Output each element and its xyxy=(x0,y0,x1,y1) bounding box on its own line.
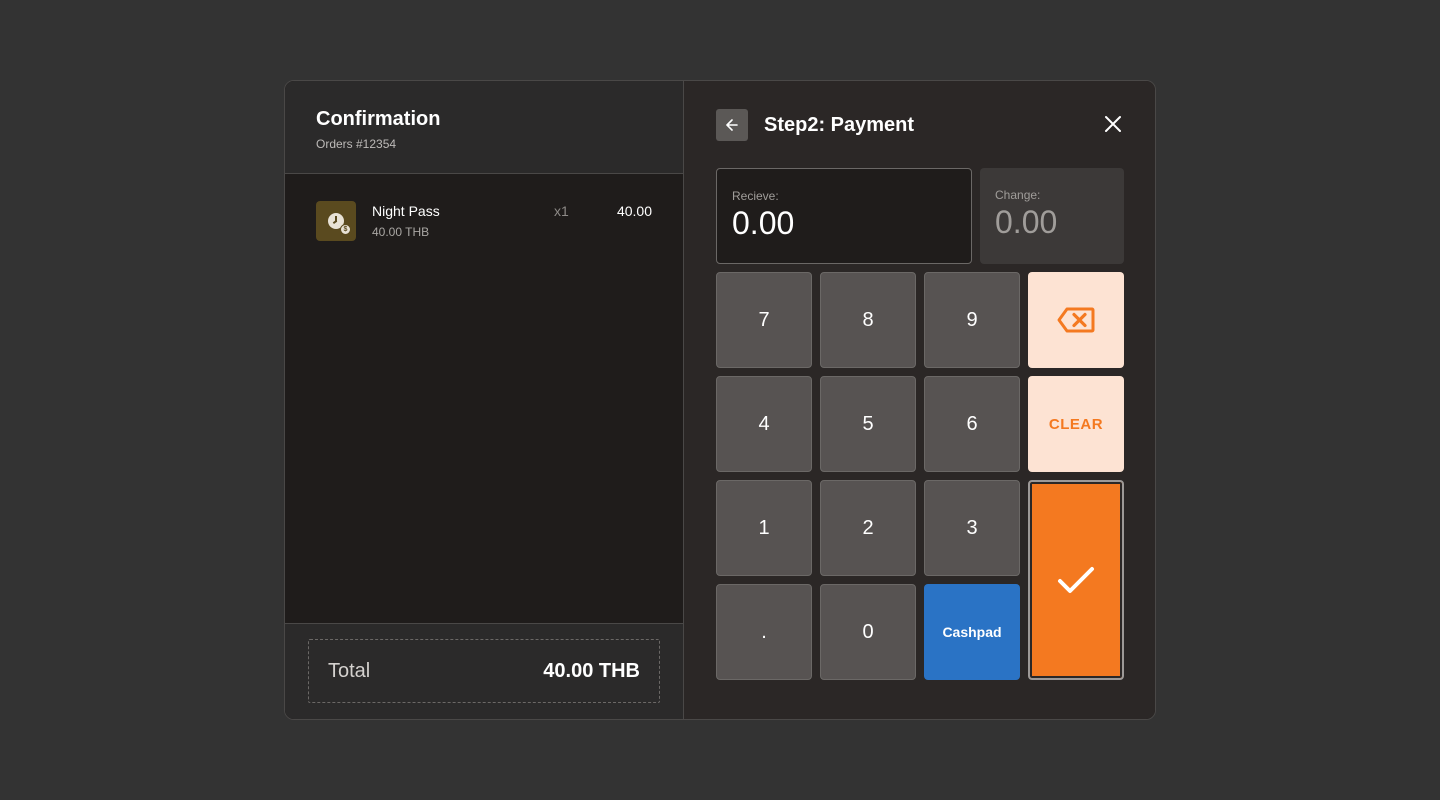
item-name: Night Pass xyxy=(372,203,440,219)
key-6[interactable]: 6 xyxy=(924,376,1020,472)
backspace-button[interactable] xyxy=(1028,272,1124,368)
change-label: Change: xyxy=(995,188,1041,202)
back-button[interactable] xyxy=(716,109,748,141)
total-footer: Total 40.00 THB xyxy=(285,623,683,719)
total-box: Total 40.00 THB xyxy=(308,639,660,703)
key-3[interactable]: 3 xyxy=(924,480,1020,576)
confirmation-title: Confirmation xyxy=(316,108,441,130)
payment-modal: Confirmation Orders #12354 $ Night Pass … xyxy=(284,80,1156,720)
key-8[interactable]: 8 xyxy=(820,272,916,368)
change-field: Change: 0.00 xyxy=(980,168,1124,264)
close-button[interactable] xyxy=(1101,112,1125,136)
checkmark-icon xyxy=(1058,567,1094,593)
key-5[interactable]: 5 xyxy=(820,376,916,472)
order-number: Orders #12354 xyxy=(316,137,397,151)
total-value: 40.00 THB xyxy=(543,659,640,682)
confirmation-header: Confirmation Orders #12354 xyxy=(285,81,683,174)
arrow-left-icon xyxy=(726,119,738,131)
key-4[interactable]: 4 xyxy=(716,376,812,472)
key-9[interactable]: 9 xyxy=(924,272,1020,368)
coin-icon: $ xyxy=(340,224,351,235)
payment-panel: Step2: Payment Recieve: 0.00 Change: 0.0… xyxy=(684,81,1155,719)
item-unit-price: 40.00 THB xyxy=(372,225,430,239)
confirm-button[interactable] xyxy=(1028,480,1124,680)
list-item[interactable]: $ Night Pass 40.00 THB x1 40.00 xyxy=(316,201,652,241)
receive-label: Recieve: xyxy=(732,189,779,203)
change-value: 0.00 xyxy=(995,204,1058,240)
night-pass-icon: $ xyxy=(316,201,356,241)
backspace-icon xyxy=(1057,307,1095,333)
receive-value: 0.00 xyxy=(732,205,795,241)
receive-field[interactable]: Recieve: 0.00 xyxy=(716,168,972,264)
confirmation-panel: Confirmation Orders #12354 $ Night Pass … xyxy=(285,81,684,719)
key-7[interactable]: 7 xyxy=(716,272,812,368)
clear-button[interactable]: CLEAR xyxy=(1028,376,1124,472)
key-0[interactable]: 0 xyxy=(820,584,916,680)
key-decimal[interactable]: . xyxy=(716,584,812,680)
order-item-list: $ Night Pass 40.00 THB x1 40.00 xyxy=(285,174,683,623)
key-2[interactable]: 2 xyxy=(820,480,916,576)
item-total: 40.00 xyxy=(616,203,652,219)
payment-title: Step2: Payment xyxy=(764,114,915,136)
key-1[interactable]: 1 xyxy=(716,480,812,576)
cashpad-button[interactable]: Cashpad xyxy=(924,584,1020,680)
item-text: Night Pass 40.00 THB xyxy=(372,201,440,239)
close-icon xyxy=(1105,116,1121,132)
total-label: Total xyxy=(328,659,371,682)
item-quantity: x1 xyxy=(554,203,569,219)
